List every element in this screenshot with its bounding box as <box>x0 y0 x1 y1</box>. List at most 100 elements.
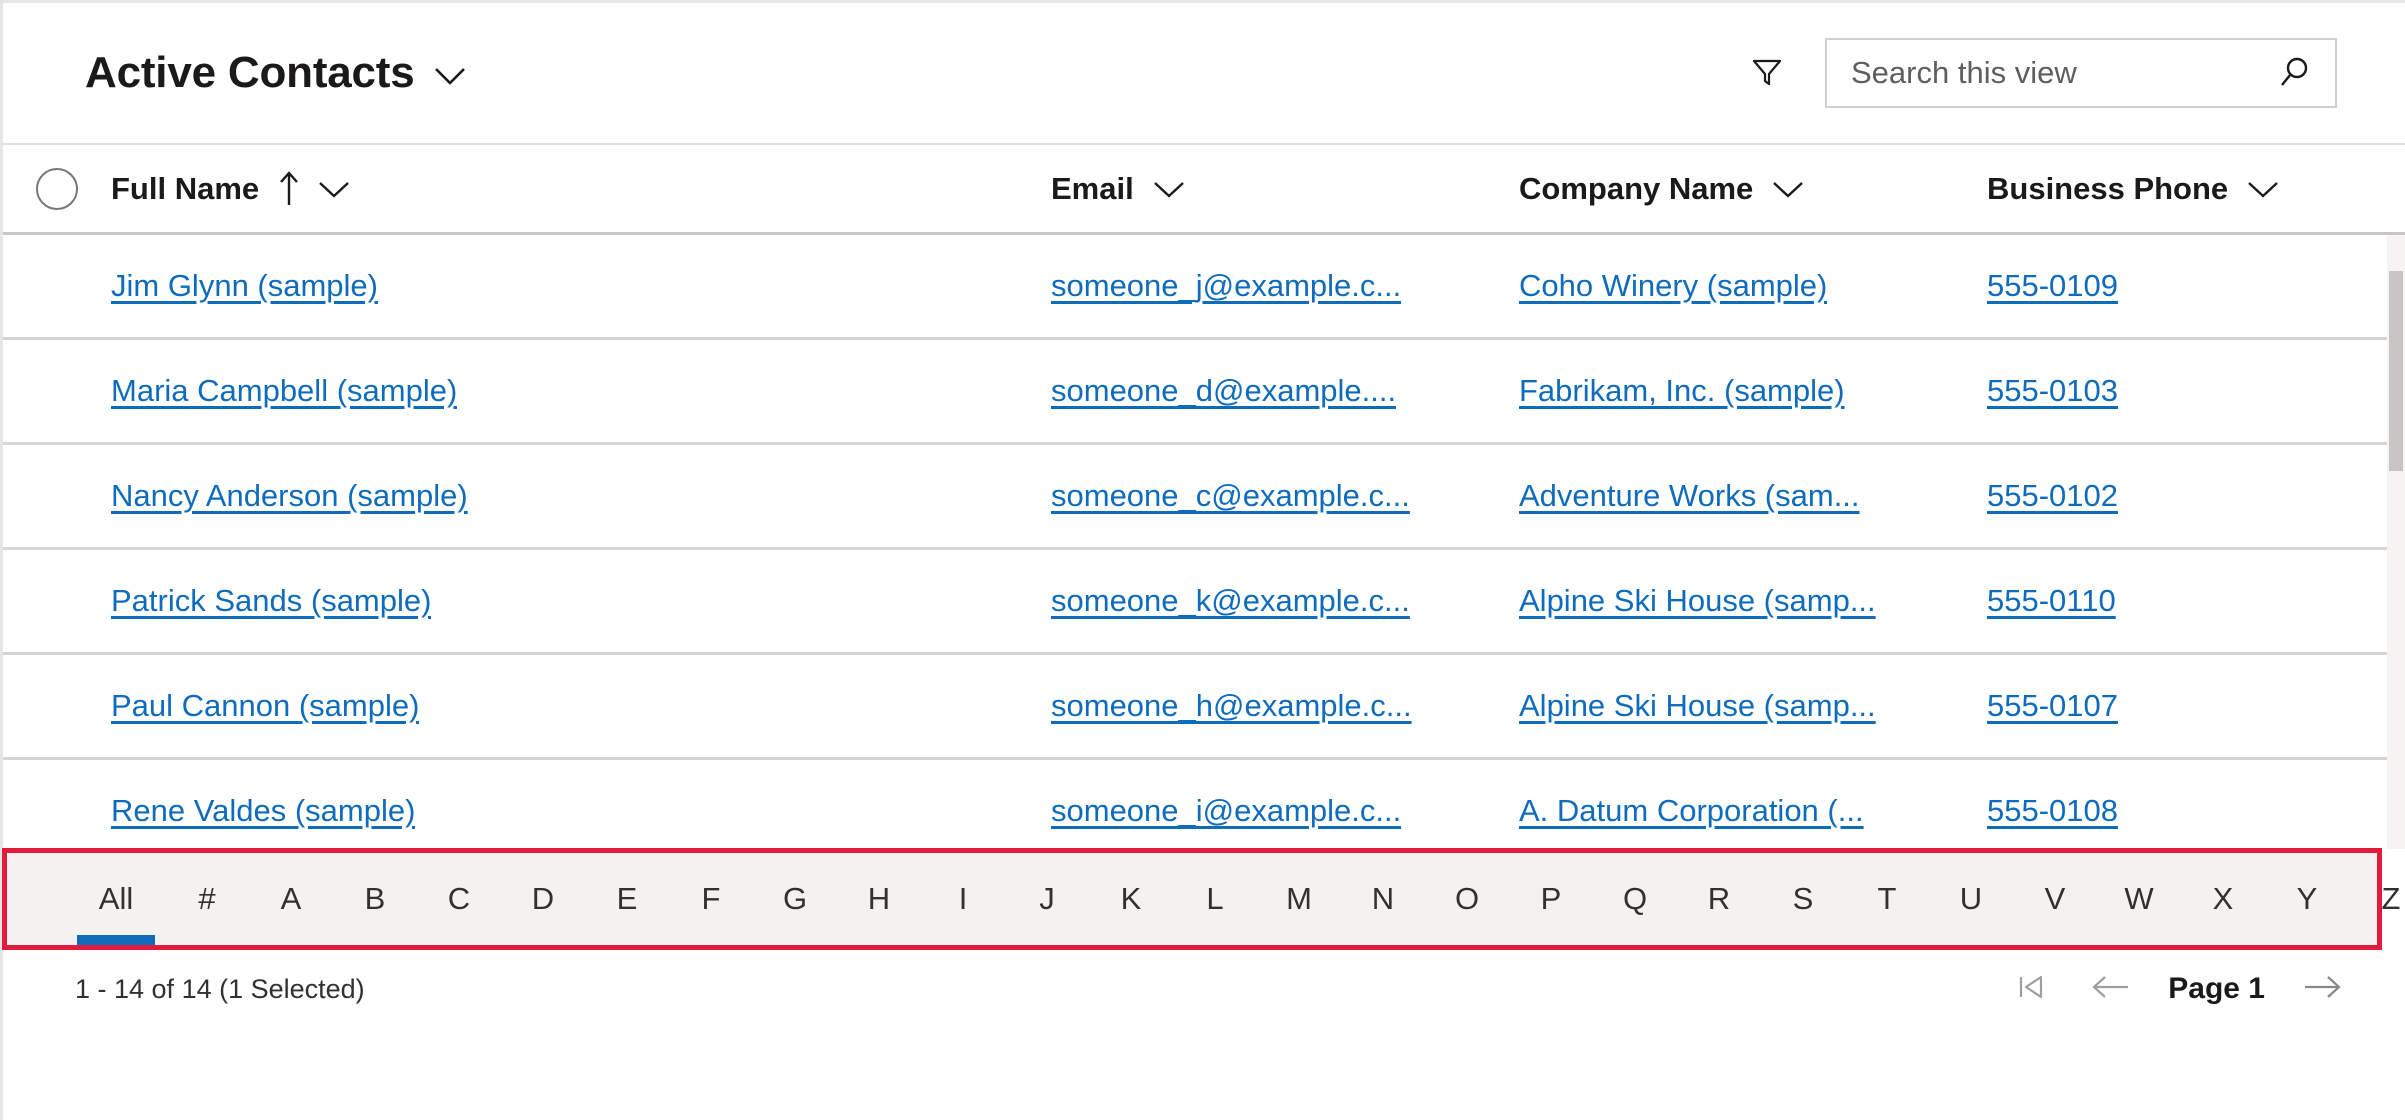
alpha-index-item-e[interactable]: E <box>585 853 669 945</box>
alpha-index-region: All # A B C D E F G H I J K L M N O P Q R S T U V W X Y Z <box>2 848 2405 950</box>
next-page-button[interactable] <box>2299 966 2345 1012</box>
table-row[interactable]: Jim Glynn (sample) someone_j@example.c..… <box>3 235 2405 340</box>
cell-email: someone_j@example.c... <box>1051 268 1519 304</box>
alpha-index-item-k[interactable]: K <box>1089 853 1173 945</box>
table-row[interactable]: Rene Valdes (sample) someone_i@example.c… <box>3 760 2405 849</box>
table-row[interactable]: Maria Campbell (sample) someone_d@exampl… <box>3 340 2405 445</box>
grid-rows-container: Jim Glynn (sample) someone_j@example.c..… <box>3 235 2405 849</box>
select-all-circle-icon[interactable] <box>36 167 78 210</box>
phone-link[interactable]: 555-0109 <box>1987 268 2118 304</box>
email-link[interactable]: someone_d@example.... <box>1051 373 1396 409</box>
email-link[interactable]: someone_h@example.c... <box>1051 688 1412 724</box>
alpha-index-item-p[interactable]: P <box>1509 853 1593 945</box>
command-bar: Active Contacts <box>3 3 2405 143</box>
alpha-index-item-f[interactable]: F <box>669 853 753 945</box>
contact-name-link[interactable]: Patrick Sands (sample) <box>111 583 431 619</box>
chevron-down-icon[interactable] <box>1771 178 1805 200</box>
alpha-index-item-x[interactable]: X <box>2181 853 2265 945</box>
chevron-down-icon[interactable] <box>2246 178 2280 200</box>
cell-email: someone_c@example.c... <box>1051 478 1519 514</box>
alpha-index-item-m[interactable]: M <box>1257 853 1341 945</box>
alpha-index-item-hash[interactable]: # <box>165 853 249 945</box>
sort-ascending-arrow-icon[interactable] <box>277 169 301 209</box>
chevron-down-icon[interactable] <box>1152 178 1186 200</box>
phone-link[interactable]: 555-0102 <box>1987 478 2118 514</box>
filter-button[interactable] <box>1743 49 1791 97</box>
vertical-scrollbar[interactable] <box>2387 235 2405 849</box>
cell-company-name: Fabrikam, Inc. (sample) <box>1519 373 1987 409</box>
column-header-controls <box>1152 178 1186 200</box>
column-header-business-phone[interactable]: Business Phone <box>1987 171 2390 207</box>
page-number-label: Page 1 <box>2168 972 2265 1005</box>
contact-name-link[interactable]: Paul Cannon (sample) <box>111 688 419 724</box>
email-link[interactable]: someone_j@example.c... <box>1051 268 1401 304</box>
contact-name-link[interactable]: Jim Glynn (sample) <box>111 268 378 304</box>
column-header-email[interactable]: Email <box>1051 171 1519 207</box>
phone-link[interactable]: 555-0107 <box>1987 688 2118 724</box>
company-link[interactable]: Alpine Ski House (samp... <box>1519 688 1876 724</box>
company-link[interactable]: Fabrikam, Inc. (sample) <box>1519 373 1845 409</box>
grid-footer: 1 - 14 of 14 (1 Selected) Page 1 <box>3 949 2405 1029</box>
contact-name-link[interactable]: Maria Campbell (sample) <box>111 373 457 409</box>
alpha-index-item-c[interactable]: C <box>417 853 501 945</box>
cell-full-name: Jim Glynn (sample) <box>111 268 1051 304</box>
alpha-index-item-t[interactable]: T <box>1845 853 1929 945</box>
alpha-index-item-n[interactable]: N <box>1341 853 1425 945</box>
alpha-index-item-g[interactable]: G <box>753 853 837 945</box>
search-input[interactable] <box>1851 55 2273 91</box>
email-link[interactable]: someone_i@example.c... <box>1051 793 1401 829</box>
contact-name-link[interactable]: Nancy Anderson (sample) <box>111 478 468 514</box>
chevron-down-icon[interactable] <box>317 178 351 200</box>
first-page-icon <box>2011 970 2051 1009</box>
company-link[interactable]: Coho Winery (sample) <box>1519 268 1827 304</box>
email-link[interactable]: someone_k@example.c... <box>1051 583 1410 619</box>
alpha-index-item-r[interactable]: R <box>1677 853 1761 945</box>
contact-name-link[interactable]: Rene Valdes (sample) <box>111 793 415 829</box>
cell-business-phone: 555-0102 <box>1987 478 2390 514</box>
table-row[interactable]: Nancy Anderson (sample) someone_c@exampl… <box>3 445 2405 550</box>
search-box[interactable] <box>1825 38 2337 108</box>
alpha-index-item-y[interactable]: Y <box>2265 853 2349 945</box>
column-header-company-name[interactable]: Company Name <box>1519 171 1987 207</box>
view-selector[interactable]: Active Contacts <box>85 51 467 95</box>
phone-link[interactable]: 555-0110 <box>1987 583 2116 619</box>
previous-page-button[interactable] <box>2088 966 2134 1012</box>
table-row[interactable]: Patrick Sands (sample) someone_k@example… <box>3 550 2405 655</box>
previous-page-arrow-icon <box>2088 970 2134 1009</box>
alpha-index-item-o[interactable]: O <box>1425 853 1509 945</box>
cell-full-name: Maria Campbell (sample) <box>111 373 1051 409</box>
alpha-index-item-all[interactable]: All <box>67 853 165 945</box>
phone-link[interactable]: 555-0103 <box>1987 373 2118 409</box>
column-header-controls <box>1771 178 1805 200</box>
vertical-scrollbar-thumb[interactable] <box>2389 271 2403 471</box>
alpha-index-item-q[interactable]: Q <box>1593 853 1677 945</box>
alpha-index-item-s[interactable]: S <box>1761 853 1845 945</box>
alpha-index-item-v[interactable]: V <box>2013 853 2097 945</box>
alpha-index-item-b[interactable]: B <box>333 853 417 945</box>
alpha-index-item-z[interactable]: Z <box>2349 853 2405 945</box>
alpha-index-item-h[interactable]: H <box>837 853 921 945</box>
alpha-index-item-d[interactable]: D <box>501 853 585 945</box>
cell-email: someone_d@example.... <box>1051 373 1519 409</box>
company-link[interactable]: A. Datum Corporation (... <box>1519 793 1864 829</box>
alpha-index-item-u[interactable]: U <box>1929 853 2013 945</box>
contacts-grid-page: Active Contacts Search this view Full Na… <box>0 0 2405 1120</box>
first-page-button[interactable] <box>2008 966 2054 1012</box>
chevron-down-icon[interactable] <box>433 65 467 92</box>
alpha-index-item-j[interactable]: J <box>1005 853 1089 945</box>
column-header-full-name[interactable]: Full Name <box>111 169 1051 209</box>
cell-full-name: Paul Cannon (sample) <box>111 688 1051 724</box>
company-link[interactable]: Alpine Ski House (samp... <box>1519 583 1876 619</box>
email-link[interactable]: someone_c@example.c... <box>1051 478 1410 514</box>
cell-email: someone_i@example.c... <box>1051 793 1519 829</box>
alpha-index-item-i[interactable]: I <box>921 853 1005 945</box>
company-link[interactable]: Adventure Works (sam... <box>1519 478 1860 514</box>
alpha-index-item-l[interactable]: L <box>1173 853 1257 945</box>
alpha-index-item-a[interactable]: A <box>249 853 333 945</box>
cell-full-name: Rene Valdes (sample) <box>111 793 1051 829</box>
cell-business-phone: 555-0109 <box>1987 268 2390 304</box>
alpha-index-item-w[interactable]: W <box>2097 853 2181 945</box>
search-magnifier-icon[interactable] <box>2273 52 2315 94</box>
phone-link[interactable]: 555-0108 <box>1987 793 2118 829</box>
table-row[interactable]: Paul Cannon (sample) someone_h@example.c… <box>3 655 2405 760</box>
